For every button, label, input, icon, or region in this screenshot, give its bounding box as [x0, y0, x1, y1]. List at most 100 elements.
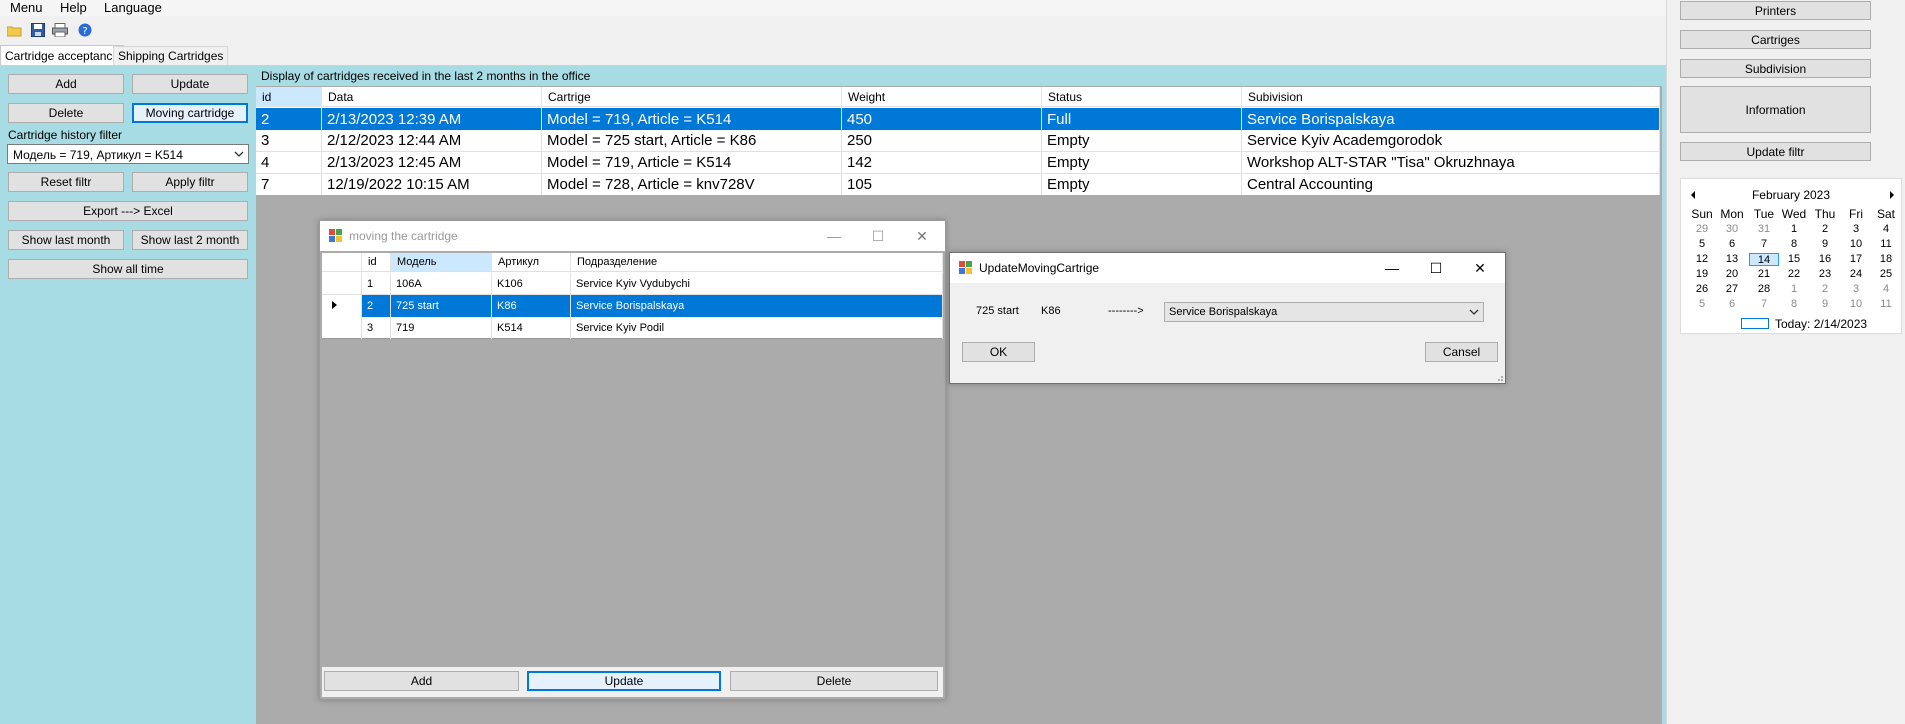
- row-header-cell[interactable]: [322, 273, 362, 294]
- help-icon[interactable]: ?: [78, 23, 92, 37]
- calendar-day[interactable]: 24: [1841, 268, 1871, 281]
- calendar-day[interactable]: 10: [1841, 238, 1871, 251]
- show-last-month-button[interactable]: Show last month: [8, 230, 124, 250]
- calendar-day[interactable]: 28: [1749, 283, 1779, 296]
- calendar-day[interactable]: 2: [1810, 223, 1840, 236]
- calendar-day[interactable]: 7: [1749, 298, 1779, 311]
- calendar-day[interactable]: 4: [1871, 283, 1901, 296]
- calendar-day[interactable]: 15: [1779, 253, 1809, 266]
- subdivision-select[interactable]: Service Borispalskaya: [1164, 302, 1484, 322]
- calendar-day[interactable]: 31: [1749, 223, 1779, 236]
- calendar-day[interactable]: 5: [1687, 298, 1717, 311]
- column-header-subdivision[interactable]: Подразделение: [571, 253, 943, 271]
- chevron-down-icon[interactable]: [233, 147, 245, 161]
- open-folder-icon[interactable]: [6, 25, 23, 37]
- update-filtr-button[interactable]: Update filtr: [1680, 142, 1871, 161]
- calendar-day[interactable]: 11: [1871, 298, 1901, 311]
- calendar-month-title[interactable]: February 2023: [1681, 188, 1901, 202]
- calendar-day[interactable]: 12: [1687, 253, 1717, 266]
- calendar-day[interactable]: 20: [1717, 268, 1747, 281]
- calendar-day[interactable]: 23: [1810, 268, 1840, 281]
- calendar-day[interactable]: 6: [1717, 298, 1747, 311]
- calendar-day[interactable]: 22: [1779, 268, 1809, 281]
- calendar-day[interactable]: 9: [1810, 298, 1840, 311]
- calendar-day[interactable]: 5: [1687, 238, 1717, 251]
- calendar-day[interactable]: 13: [1717, 253, 1747, 266]
- column-header-weight[interactable]: Weight: [842, 87, 1042, 106]
- calendar-day[interactable]: 10: [1841, 298, 1871, 311]
- update-button[interactable]: Update: [132, 74, 248, 94]
- save-disk-icon[interactable]: [31, 23, 45, 37]
- delete-button[interactable]: Delete: [8, 103, 124, 123]
- table-row[interactable]: 2 2/13/2023 12:39 AM Model = 719, Articl…: [256, 108, 1660, 130]
- moving-cartridge-button[interactable]: Moving cartridge: [132, 103, 248, 123]
- calendar-today-label[interactable]: Today: 2/14/2023: [1775, 317, 1867, 331]
- moving-add-button[interactable]: Add: [324, 671, 519, 691]
- calendar-day[interactable]: 2: [1810, 283, 1840, 296]
- column-header-subivision[interactable]: Subivision: [1242, 87, 1660, 106]
- column-header-status[interactable]: Status: [1042, 87, 1242, 106]
- row-header-cell[interactable]: [322, 317, 362, 339]
- calendar-day[interactable]: 3: [1841, 223, 1871, 236]
- column-header-id[interactable]: id: [256, 87, 322, 106]
- tab-cartridge-acceptance[interactable]: Cartridge acceptance: [0, 45, 125, 65]
- filter-select[interactable]: Модель = 719, Артикул = K514: [7, 144, 249, 164]
- minimize-button[interactable]: —: [1370, 253, 1414, 283]
- maximize-button[interactable]: ☐: [856, 221, 900, 251]
- calendar-day[interactable]: 26: [1687, 283, 1717, 296]
- resize-grip-icon[interactable]: [1494, 371, 1504, 381]
- table-row[interactable]: 3 719 K514 Service Kyiv Podil: [322, 317, 943, 339]
- show-all-time-button[interactable]: Show all time: [8, 259, 248, 279]
- chevron-down-icon[interactable]: [1468, 305, 1480, 319]
- calendar-day[interactable]: 16: [1810, 253, 1840, 266]
- cancel-button[interactable]: Cansel: [1425, 342, 1498, 362]
- calendar-day[interactable]: 17: [1841, 253, 1871, 266]
- export-excel-button[interactable]: Export ---> Excel: [8, 201, 248, 221]
- tab-shipping-cartridges[interactable]: Shipping Cartridges: [113, 46, 229, 65]
- ok-button[interactable]: OK: [962, 342, 1035, 362]
- calendar-day[interactable]: 7: [1749, 238, 1779, 251]
- today-marker-icon[interactable]: [1741, 318, 1769, 329]
- information-button[interactable]: Information: [1680, 86, 1871, 133]
- menu-item-help[interactable]: Help: [60, 0, 87, 15]
- calendar-day[interactable]: 6: [1717, 238, 1747, 251]
- calendar-day[interactable]: 11: [1871, 238, 1901, 251]
- table-row[interactable]: 2 725 start K86 Service Borispalskaya: [322, 295, 943, 317]
- close-button[interactable]: ✕: [1458, 253, 1502, 283]
- chevron-right-icon[interactable]: [1888, 189, 1896, 199]
- column-header-model[interactable]: Модель: [391, 253, 492, 271]
- calendar-day[interactable]: 1: [1779, 283, 1809, 296]
- column-header-id[interactable]: id: [362, 253, 391, 271]
- table-row[interactable]: 3 2/12/2023 12:44 AM Model = 725 start, …: [256, 130, 1660, 152]
- table-row[interactable]: 1 106A K106 Service Kyiv Vydubychi: [322, 273, 943, 295]
- calendar-day[interactable]: 29: [1687, 223, 1717, 236]
- column-header-article[interactable]: Артикул: [492, 253, 571, 271]
- row-header-cell[interactable]: [322, 295, 362, 317]
- calendar-day[interactable]: 1: [1779, 223, 1809, 236]
- update-dialog-titlebar[interactable]: UpdateMovingCartrige — ☐ ✕: [950, 253, 1505, 283]
- calendar-day[interactable]: 4: [1871, 223, 1901, 236]
- calendar-day[interactable]: 8: [1779, 298, 1809, 311]
- menu-item-language[interactable]: Language: [104, 0, 162, 15]
- minimize-button[interactable]: —: [812, 221, 856, 251]
- table-row[interactable]: 7 12/19/2022 10:15 AM Model = 728, Artic…: [256, 174, 1660, 195]
- cartriges-button[interactable]: Cartriges: [1680, 30, 1871, 49]
- moving-delete-button[interactable]: Delete: [730, 671, 938, 691]
- calendar-day[interactable]: 9: [1810, 238, 1840, 251]
- printers-button[interactable]: Printers: [1680, 1, 1871, 20]
- calendar-day[interactable]: 25: [1871, 268, 1901, 281]
- apply-filter-button[interactable]: Apply filtr: [132, 172, 248, 192]
- column-header-data[interactable]: Data: [322, 87, 542, 106]
- subdivision-button[interactable]: Subdivision: [1680, 59, 1871, 78]
- printer-icon[interactable]: [52, 23, 68, 38]
- moving-window-titlebar[interactable]: moving the cartridge — ☐ ✕: [320, 221, 945, 251]
- calendar-day[interactable]: 19: [1687, 268, 1717, 281]
- menu-item-menu[interactable]: Menu: [10, 0, 43, 15]
- calendar-day[interactable]: 3: [1841, 283, 1871, 296]
- calendar-day[interactable]: 18: [1871, 253, 1901, 266]
- calendar-day[interactable]: 30: [1717, 223, 1747, 236]
- close-button[interactable]: ✕: [900, 221, 944, 251]
- column-header-cartrige[interactable]: Cartrige: [542, 87, 842, 106]
- show-last-2-month-button[interactable]: Show last 2 month: [132, 230, 248, 250]
- reset-filter-button[interactable]: Reset filtr: [8, 172, 124, 192]
